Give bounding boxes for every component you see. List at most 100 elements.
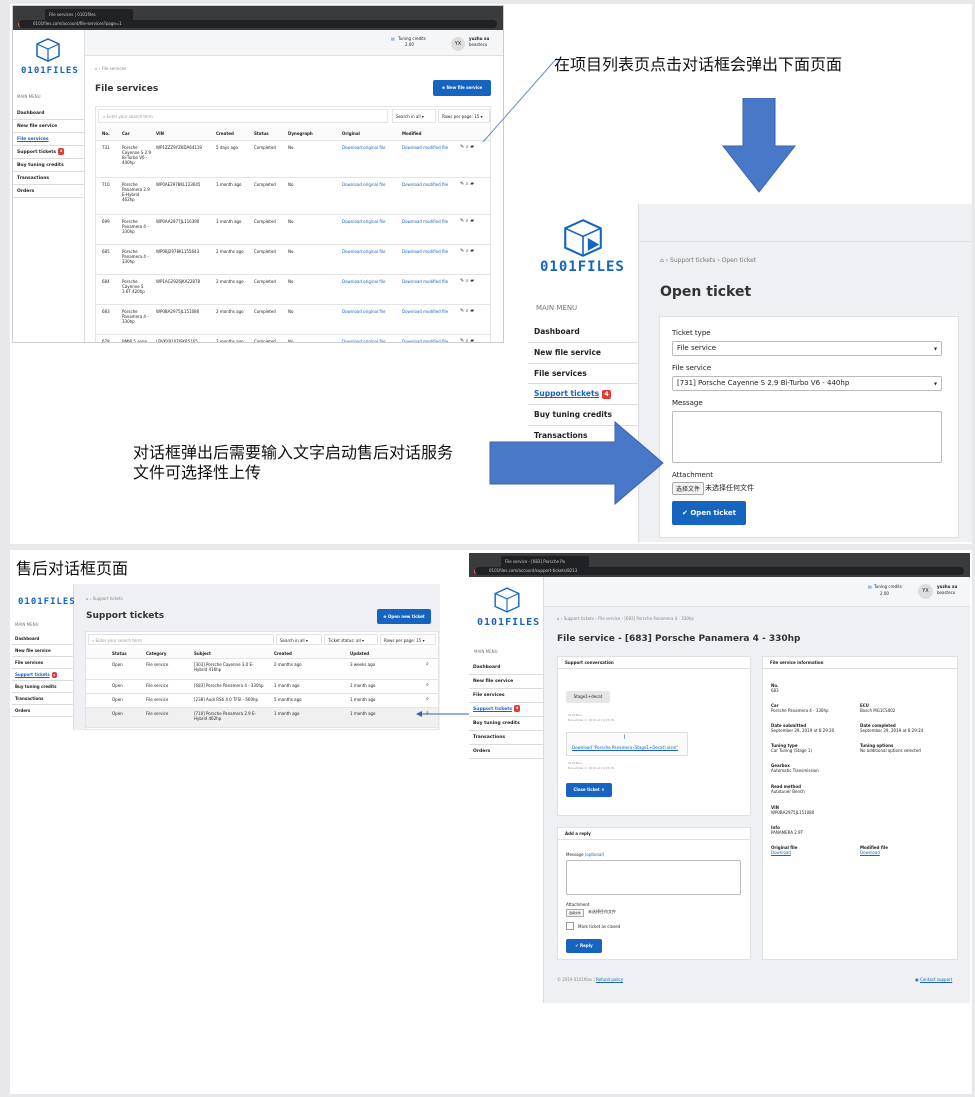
download-attachment-link[interactable]: Download "Porsche Panamera (Stage1+Decat… [572, 745, 678, 750]
tuning-credits-value[interactable]: 2.00 [405, 42, 414, 47]
table-row[interactable]: 678BMW 5 serie 530i - 252hpLBVKY9107JSK8… [96, 335, 490, 342]
sidebar-item-new-file-service[interactable]: New file service [469, 675, 543, 689]
search-icon[interactable]: ⌕ [466, 248, 469, 254]
comment-icon[interactable]: ▰ [470, 248, 474, 254]
column-header[interactable]: Modified [402, 131, 422, 136]
choose-file-button[interactable]: 选择文件 [672, 482, 705, 495]
reply-message-textarea[interactable] [566, 860, 741, 895]
column-header[interactable]: Updated [350, 651, 369, 656]
cell-orig[interactable]: Download original file [342, 145, 402, 150]
table-row[interactable]: 683 Porsche Panamera 4 - 330hp WP0BA2975JL… [96, 305, 490, 335]
choose-file-button[interactable]: 选择文件 [566, 909, 585, 917]
table-row[interactable]: 731 Porsche Cayenne S 2.9 Bi-Turbo V6 - 4… [96, 141, 490, 178]
cell-orig[interactable]: Download original file [342, 249, 402, 254]
sidebar-item-support-tickets[interactable]: Support tickets 4 [12, 669, 73, 681]
column-header[interactable]: Status [112, 651, 127, 656]
ticket-type-select[interactable]: File service ▾ [672, 341, 942, 356]
edit-icon[interactable]: ✎ [460, 308, 464, 314]
reply-button[interactable]: ✔ Reply [566, 939, 602, 953]
column-header[interactable]: Created [274, 651, 292, 656]
sidebar-item-file-services[interactable]: File services [469, 689, 543, 703]
comment-icon[interactable]: ▰ [470, 218, 474, 224]
column-header[interactable]: No. [102, 131, 110, 136]
edit-icon[interactable]: ✎ [460, 218, 464, 224]
edit-icon[interactable]: ✎ [460, 248, 464, 254]
cell-orig[interactable]: Download original file [342, 182, 402, 187]
column-header[interactable]: Subject [194, 651, 211, 656]
cell-orig[interactable]: Download original file [342, 219, 402, 224]
sidebar-item-file-services[interactable]: File services [13, 133, 84, 146]
column-header[interactable]: Dynograph [288, 131, 313, 136]
sidebar-item-support-tickets[interactable]: Support tickets 4 [469, 703, 543, 717]
open-ticket-button[interactable]: ✔ Open ticket [672, 501, 746, 525]
table-row[interactable]: 699 Porsche Panamera 4 - 330hp WP0AA2977JL… [96, 215, 490, 245]
cell-orig[interactable]: Download original file [342, 279, 402, 284]
address-bar[interactable]: 0101files.com/account/support-tickets/82… [475, 567, 964, 575]
view-ticket-icon[interactable]: ⌕ [426, 696, 429, 702]
cell-mod[interactable]: Download modified file [402, 339, 462, 342]
column-header[interactable]: Status [254, 131, 269, 136]
download-original-link[interactable]: Download [771, 850, 797, 855]
column-header[interactable]: Car [122, 131, 130, 136]
ticket-status-select[interactable]: Ticket status: all ▾ [324, 634, 378, 645]
search-input[interactable]: ⌕ Enter your search term [88, 634, 274, 645]
search-input[interactable]: ⌕ Enter your search term [98, 109, 388, 123]
download-modified-link[interactable]: Download [860, 850, 888, 855]
sidebar-item-dashboard[interactable]: Dashboard [13, 107, 84, 120]
cell-orig[interactable]: Download original file [342, 309, 402, 314]
table-row[interactable]: Open File service [238] Audi RS6 4.0 TFSI … [86, 694, 438, 708]
sidebar-item-dashboard[interactable]: Dashboard [528, 322, 638, 343]
cell-mod[interactable]: Download modified file [402, 279, 462, 284]
column-header[interactable]: VIN [156, 131, 164, 136]
cell-mod[interactable]: Download modified file [402, 145, 462, 150]
refund-policy-link[interactable]: Refund policy [596, 977, 623, 982]
edit-icon[interactable]: ✎ [460, 338, 464, 342]
edit-icon[interactable]: ✎ [460, 278, 464, 284]
search-in-select[interactable]: Search in all ▾ [392, 109, 436, 123]
sidebar-item-new-file-service[interactable]: New file service [12, 645, 73, 657]
tuning-credits-value[interactable]: 2.00 [880, 591, 889, 596]
edit-icon[interactable]: ✎ [460, 144, 464, 150]
sidebar-item-new-file-service[interactable]: New file service [13, 120, 84, 133]
search-icon[interactable]: ⌕ [466, 308, 469, 314]
close-ticket-button[interactable]: Close ticket × [566, 783, 612, 797]
view-ticket-icon[interactable]: ⌕ [426, 682, 429, 688]
mark-closed-checkbox[interactable] [566, 922, 574, 930]
table-row[interactable]: 685 Porsche Panamera 4 - 330hp WP0BJ2978KL… [96, 245, 490, 275]
sidebar-item-dashboard[interactable]: Dashboard [12, 633, 73, 645]
user-name[interactable]: yuzhu xu [469, 36, 489, 41]
sidebar-item-buy-tuning-credits[interactable]: Buy tuning credits [469, 717, 543, 731]
user-name[interactable]: yuzhu xu [937, 584, 957, 589]
sidebar-item-orders[interactable]: Orders [469, 745, 543, 759]
browser-tab[interactable]: File services | 0101files [45, 9, 133, 20]
table-row[interactable]: 710 Porsche Panamera 2.9 E-Hybrid 462hp WP… [96, 178, 490, 215]
avatar[interactable]: YX [918, 584, 933, 599]
column-header[interactable]: Category [146, 651, 166, 656]
search-icon[interactable]: ⌕ [466, 144, 469, 150]
edit-icon[interactable]: ✎ [460, 181, 464, 187]
open-new-ticket-button[interactable]: ⊕ Open new ticket [377, 609, 431, 624]
search-in-select[interactable]: Search in all ▾ [276, 634, 322, 645]
sidebar-item-transactions[interactable]: Transactions [12, 693, 73, 705]
sidebar-item-buy-tuning-credits[interactable]: Buy tuning credits [12, 681, 73, 693]
comment-icon[interactable]: ▰ [470, 181, 474, 187]
file-service-select[interactable]: [731] Porsche Cayenne S 2.9 Bi-Turbo V6 … [672, 376, 942, 391]
browser-tab[interactable]: File service - [683] Porsche Pa [501, 556, 589, 567]
avatar[interactable]: YX [451, 37, 465, 51]
comment-icon[interactable]: ▰ [470, 144, 474, 150]
search-icon[interactable]: ⌕ [466, 218, 469, 224]
sidebar-item-transactions[interactable]: Transactions [13, 172, 84, 185]
sidebar-item-transactions[interactable]: Transactions [469, 731, 543, 745]
table-row[interactable]: 684 Porsche Cayenne S 3.6T 420hp WP1AG2926… [96, 275, 490, 305]
cell-orig[interactable]: Download original file [342, 339, 402, 342]
sidebar-item-file-services[interactable]: File services [12, 657, 73, 669]
sidebar-item-buy-tuning-credits[interactable]: Buy tuning credits [13, 159, 84, 172]
table-row[interactable]: Open File service [303] Porsche Cayenne 3.… [86, 659, 438, 680]
cell-mod[interactable]: Download modified file [402, 182, 462, 187]
rows-per-page-select[interactable]: Rows per page: 15 ▾ [380, 634, 436, 645]
sidebar-item-orders[interactable]: Orders [13, 185, 84, 198]
comment-icon[interactable]: ▰ [470, 338, 474, 342]
sidebar-item-file-services[interactable]: File services [528, 364, 638, 385]
comment-icon[interactable]: ▰ [470, 308, 474, 314]
cell-mod[interactable]: Download modified file [402, 219, 462, 224]
